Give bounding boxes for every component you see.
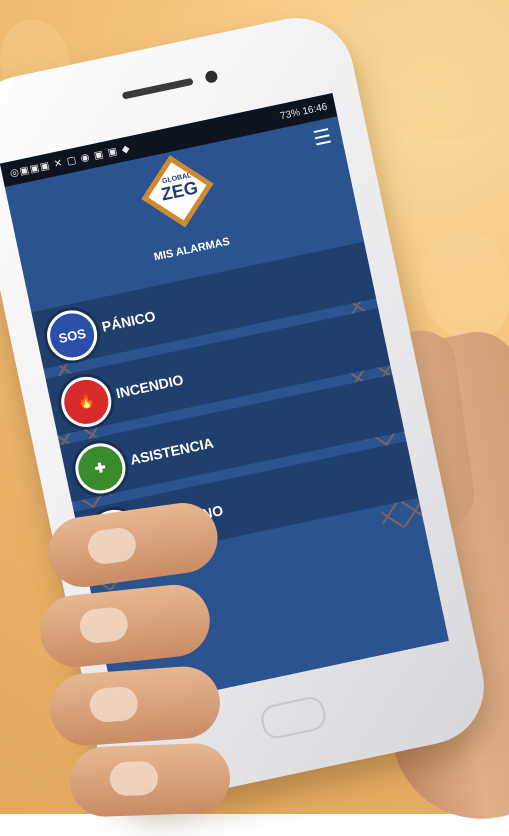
phone-camera (204, 69, 219, 84)
alarm-label: INCENDIO (114, 371, 185, 402)
phone-speaker (121, 77, 194, 100)
alarm-label: PÁNICO (100, 307, 157, 335)
status-right: 73% 16:46 (279, 100, 329, 122)
finger (68, 742, 232, 818)
finger (47, 664, 223, 748)
medic-icon: ✚ (70, 438, 131, 499)
fire-icon: 🔥 (56, 372, 116, 432)
alarm-label: ASISTENCIA (128, 434, 215, 468)
hamburger-menu-icon[interactable]: ☰ (312, 125, 334, 150)
home-button[interactable] (258, 694, 329, 741)
sos-icon: SOS (42, 305, 102, 366)
